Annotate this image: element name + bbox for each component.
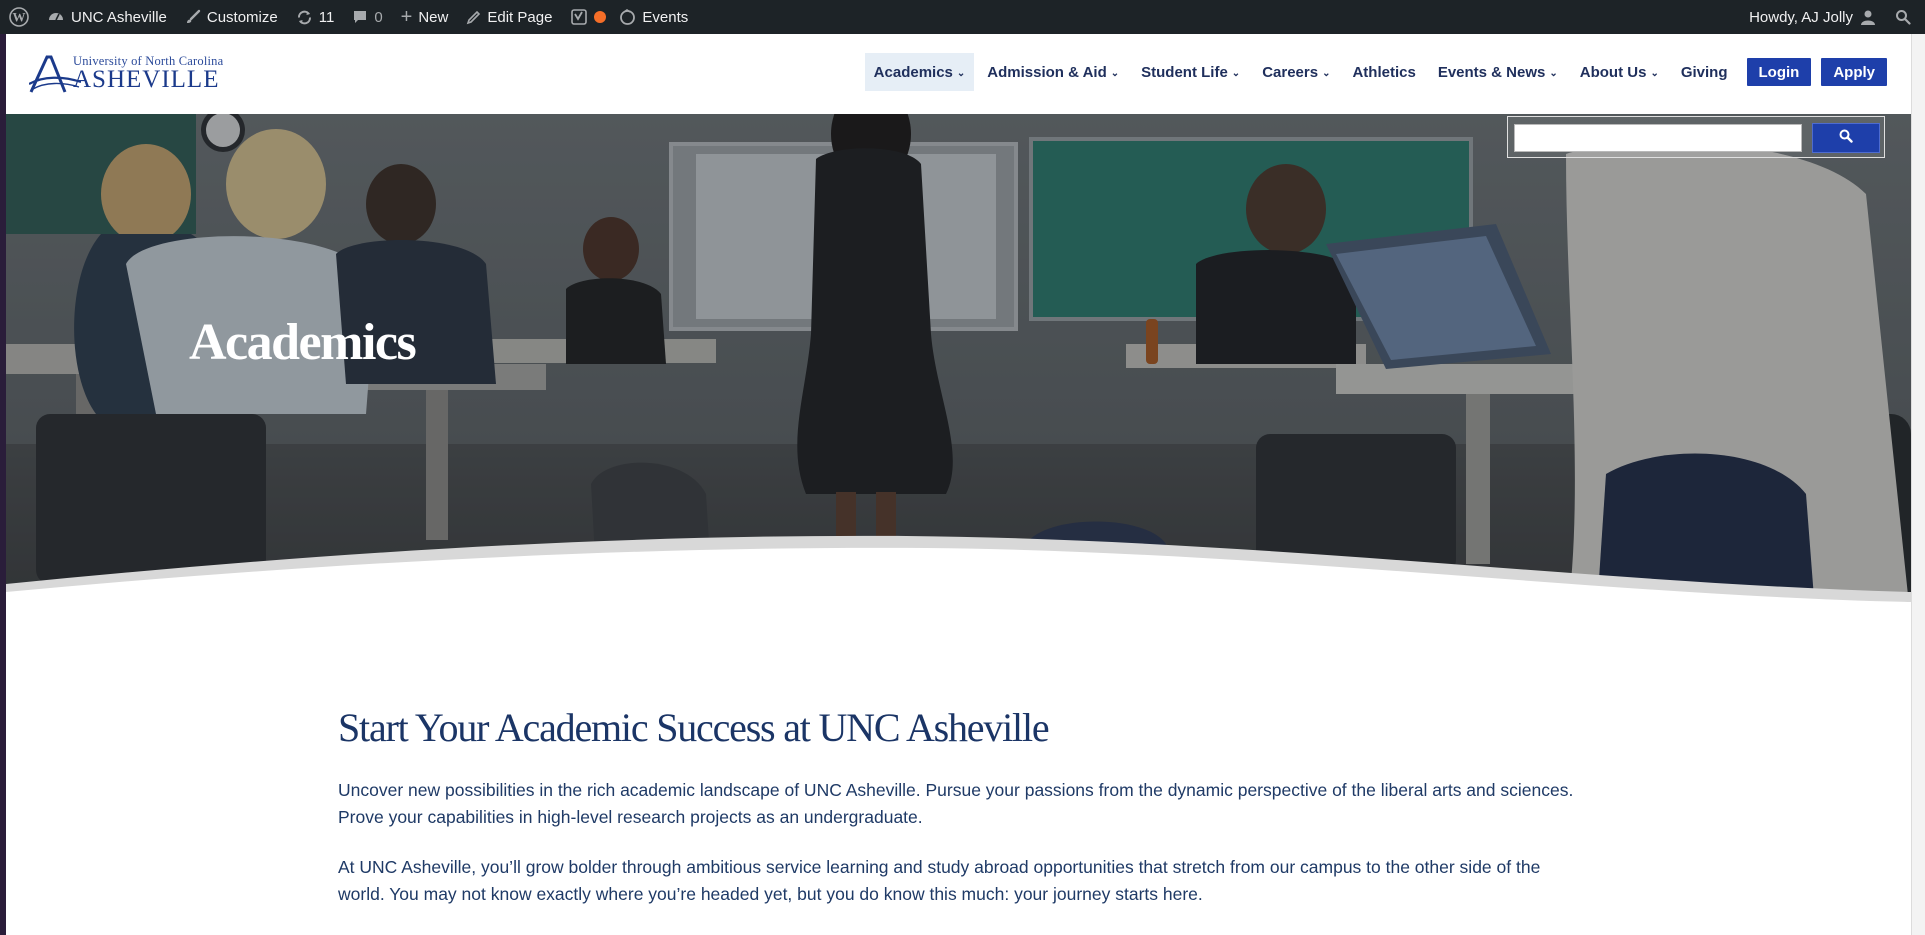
chevron-down-icon: ⌄ [1322, 67, 1331, 79]
nav-athletics-label: Athletics [1352, 63, 1416, 81]
my-account-menu[interactable]: Howdy, AJ Jolly [1740, 0, 1886, 34]
edit-page-label: Edit Page [487, 8, 553, 26]
nav-events-news-label: Events & News [1437, 63, 1546, 81]
pencil-icon [466, 10, 481, 25]
customize-label: Customize [206, 8, 278, 26]
nav-about-us[interactable]: About Us ⌄ [1571, 53, 1668, 91]
wordpress-icon: W [9, 7, 29, 27]
calendar-icon [619, 8, 636, 26]
paintbrush-icon [185, 9, 201, 25]
events-menu[interactable]: Events [610, 0, 697, 34]
plus-icon: + [400, 6, 413, 28]
chevron-down-icon: ⌄ [956, 67, 966, 79]
search-icon [1895, 9, 1911, 25]
yoast-icon [570, 8, 588, 26]
comments-count: 0 [374, 8, 383, 26]
nav-giving-label: Giving [1680, 63, 1728, 81]
events-label: Events [642, 8, 689, 26]
updates-count: 11 [318, 8, 335, 26]
user-avatar-icon [1859, 8, 1877, 26]
hero-title: Academics [189, 314, 417, 371]
comments-link[interactable]: 0 [343, 0, 391, 34]
site-name-menu[interactable]: UNC Asheville [38, 0, 176, 34]
chevron-down-icon: ⌄ [1549, 67, 1558, 79]
search-input[interactable] [1514, 124, 1802, 152]
site-name-label: UNC Asheville [71, 8, 167, 26]
site-header: University of North Carolina ASHEVILLE A… [6, 34, 1911, 114]
dashboard-icon [47, 8, 65, 26]
hero-banner: Academics [6, 114, 1911, 624]
customize-link[interactable]: Customize [176, 0, 287, 34]
wordpress-logo-menu[interactable]: W [0, 0, 38, 34]
admin-search-button[interactable] [1886, 0, 1925, 34]
nav-student-life-label: Student Life [1141, 63, 1228, 81]
nav-academics-label: Academics [873, 63, 953, 81]
nav-academics[interactable]: Academics ⌄ [864, 53, 975, 91]
nav-careers[interactable]: Careers ⌄ [1253, 53, 1339, 91]
refresh-icon [296, 9, 313, 26]
main-content: Start Your Academic Success at UNC Ashev… [338, 704, 1578, 931]
nav-admission-aid-label: Admission & Aid [987, 63, 1107, 81]
apply-button[interactable]: Apply [1821, 58, 1887, 86]
edit-page-link[interactable]: Edit Page [457, 0, 561, 34]
nav-events-news[interactable]: Events & News ⌄ [1429, 53, 1567, 91]
updates-link[interactable]: 11 [287, 0, 344, 34]
site-logo[interactable]: University of North Carolina ASHEVILLE [29, 52, 239, 96]
search-icon [1839, 129, 1853, 148]
comment-icon [352, 9, 368, 25]
nav-admission-aid[interactable]: Admission & Aid ⌄ [978, 53, 1128, 91]
scrollbar-track[interactable] [1911, 34, 1925, 935]
nav-about-us-label: About Us [1579, 63, 1647, 81]
chevron-down-icon: ⌄ [1231, 67, 1241, 79]
nav-student-life[interactable]: Student Life ⌄ [1132, 53, 1249, 91]
intro-paragraph-2: At UNC Asheville, you’ll grow bolder thr… [338, 857, 1541, 904]
nav-athletics[interactable]: Athletics [1343, 53, 1424, 91]
svg-text:W: W [13, 10, 26, 25]
search-button[interactable] [1812, 123, 1880, 153]
new-label: New [418, 8, 449, 26]
seo-menu[interactable] [561, 0, 610, 34]
logo-asheville-text: ASHEVILLE [73, 66, 220, 93]
login-button[interactable]: Login [1746, 58, 1812, 86]
chevron-down-icon: ⌄ [1110, 67, 1120, 79]
new-content-menu[interactable]: + New [392, 0, 458, 34]
page: University of North Carolina ASHEVILLE A… [6, 34, 1911, 935]
page-heading: Start Your Academic Success at UNC Ashev… [338, 705, 1050, 750]
chevron-down-icon: ⌄ [1650, 67, 1659, 79]
howdy-label: Howdy, AJ Jolly [1749, 8, 1853, 26]
seo-status-dot [594, 11, 607, 23]
admin-bar: W UNC Asheville Customize 11 0 + New Edi… [0, 0, 1925, 34]
main-navigation: Academics ⌄ Admission & Aid ⌄ Student Li… [864, 53, 1887, 91]
nav-careers-label: Careers [1262, 63, 1319, 81]
site-search [1507, 116, 1885, 158]
nav-giving[interactable]: Giving [1672, 53, 1737, 91]
intro-paragraph-1: Uncover new possibilities in the rich ac… [338, 780, 1574, 827]
